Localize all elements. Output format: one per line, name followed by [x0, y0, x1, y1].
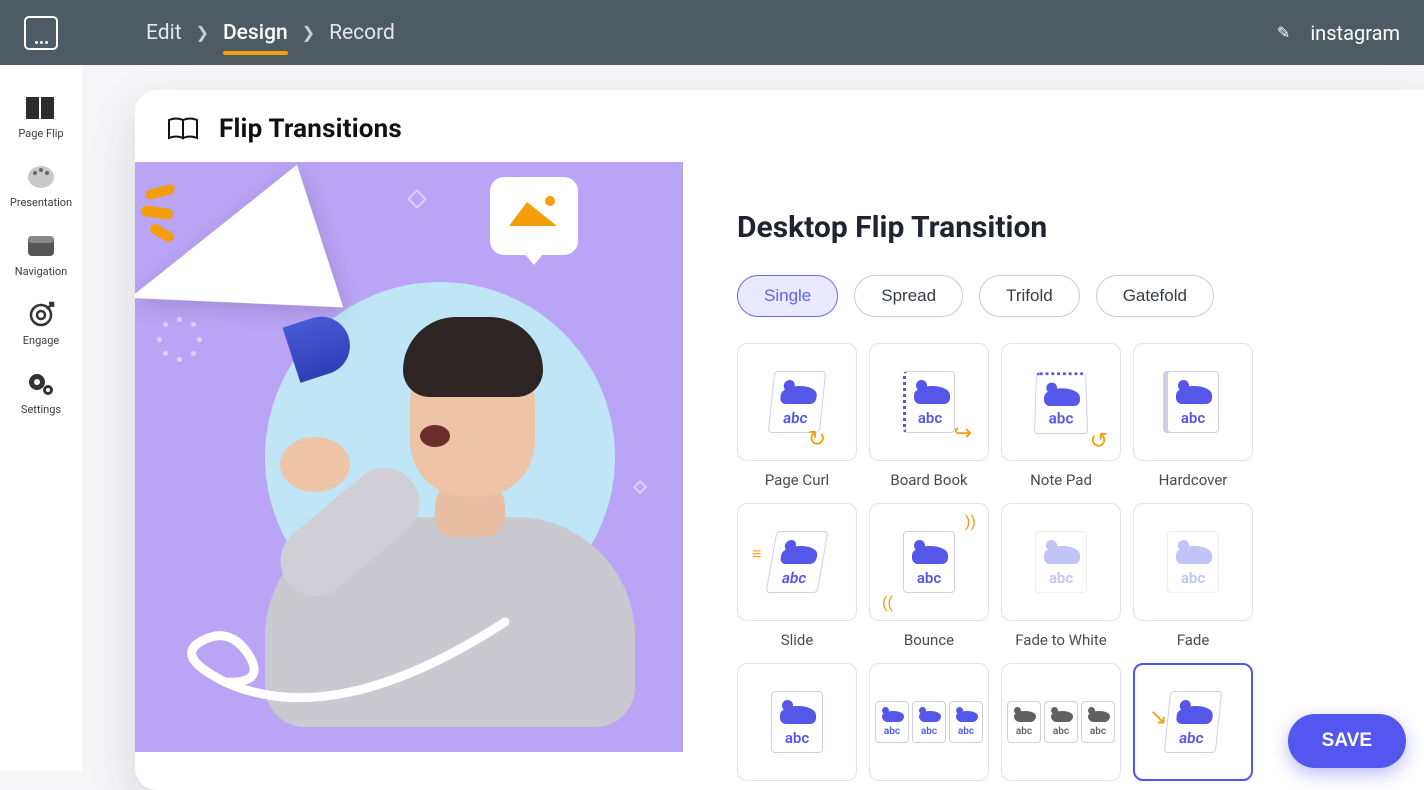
sidebar-item-label: Engage	[23, 334, 60, 347]
sidebar-item-pageflip[interactable]: Page Flip	[18, 93, 63, 140]
sidebar-item-settings[interactable]: Settings	[21, 369, 61, 416]
layout-tabs: Single Spread Trifold Gatefold	[737, 275, 1404, 317]
transition-tile-note-pad[interactable]: abc↺ Note Pad	[1001, 343, 1121, 489]
project-name[interactable]: instagram	[1310, 21, 1400, 45]
panel-header: Flip Transitions	[135, 90, 1424, 162]
top-bar: Edit ❯ Design ❯ Record ✎ instagram	[0, 0, 1424, 65]
gear-icon	[24, 369, 58, 399]
hero-illustration	[135, 162, 683, 752]
sidebar-item-presentation[interactable]: Presentation	[10, 162, 72, 209]
book-open-icon	[24, 93, 58, 123]
crumb-record[interactable]: Record	[329, 21, 395, 45]
transition-tile-fade-to-white[interactable]: abc Fade to White	[1001, 503, 1121, 649]
sidebar-item-label: Navigation	[15, 265, 68, 278]
breadcrumb: Edit ❯ Design ❯ Record	[146, 21, 395, 45]
crumb-edit[interactable]: Edit	[146, 21, 182, 45]
tab-single[interactable]: Single	[737, 275, 838, 317]
sidebar-item-label: Presentation	[10, 196, 72, 209]
tab-gatefold[interactable]: Gatefold	[1096, 275, 1214, 317]
left-sidebar: Page Flip Presentation Navigation Engage…	[0, 65, 82, 771]
save-button[interactable]: SAVE	[1288, 714, 1406, 768]
transition-tile-board-book[interactable]: abc↪ Board Book	[869, 343, 989, 489]
image-bubble-icon	[490, 177, 578, 255]
sidebar-item-label: Page Flip	[18, 127, 63, 140]
palette-icon	[24, 162, 58, 192]
target-arrow-icon	[24, 300, 58, 330]
crumb-design[interactable]: Design	[223, 21, 288, 45]
sidebar-item-navigation[interactable]: Navigation	[15, 231, 68, 278]
section-title: Desktop Flip Transition	[737, 210, 1404, 245]
app-logo-icon[interactable]	[24, 16, 58, 50]
transition-tile-bounce[interactable]: ))abc(( Bounce	[869, 503, 989, 649]
chevron-right-icon: ❯	[302, 23, 315, 42]
transition-tile-page-curl[interactable]: abc↻ Page Curl	[737, 343, 857, 489]
transition-tile-hardcover[interactable]: abc Hardcover	[1133, 343, 1253, 489]
sidebar-item-engage[interactable]: Engage	[23, 300, 60, 347]
transition-tile-slide[interactable]: ≡abc Slide	[737, 503, 857, 649]
edit-pencil-icon[interactable]: ✎	[1277, 23, 1290, 42]
transition-config: Desktop Flip Transition Single Spread Tr…	[683, 162, 1424, 790]
transition-tile-fade[interactable]: abc Fade	[1133, 503, 1253, 649]
window-icon	[24, 231, 58, 261]
tab-trifold[interactable]: Trifold	[979, 275, 1080, 317]
chevron-right-icon: ❯	[196, 23, 209, 42]
book-outline-icon	[167, 117, 199, 141]
panel-card: Flip Transitions	[135, 90, 1424, 790]
panel-title: Flip Transitions	[219, 114, 402, 144]
swirl-decoration-icon	[155, 612, 515, 732]
sidebar-item-label: Settings	[21, 403, 61, 416]
tab-spread[interactable]: Spread	[854, 275, 963, 317]
